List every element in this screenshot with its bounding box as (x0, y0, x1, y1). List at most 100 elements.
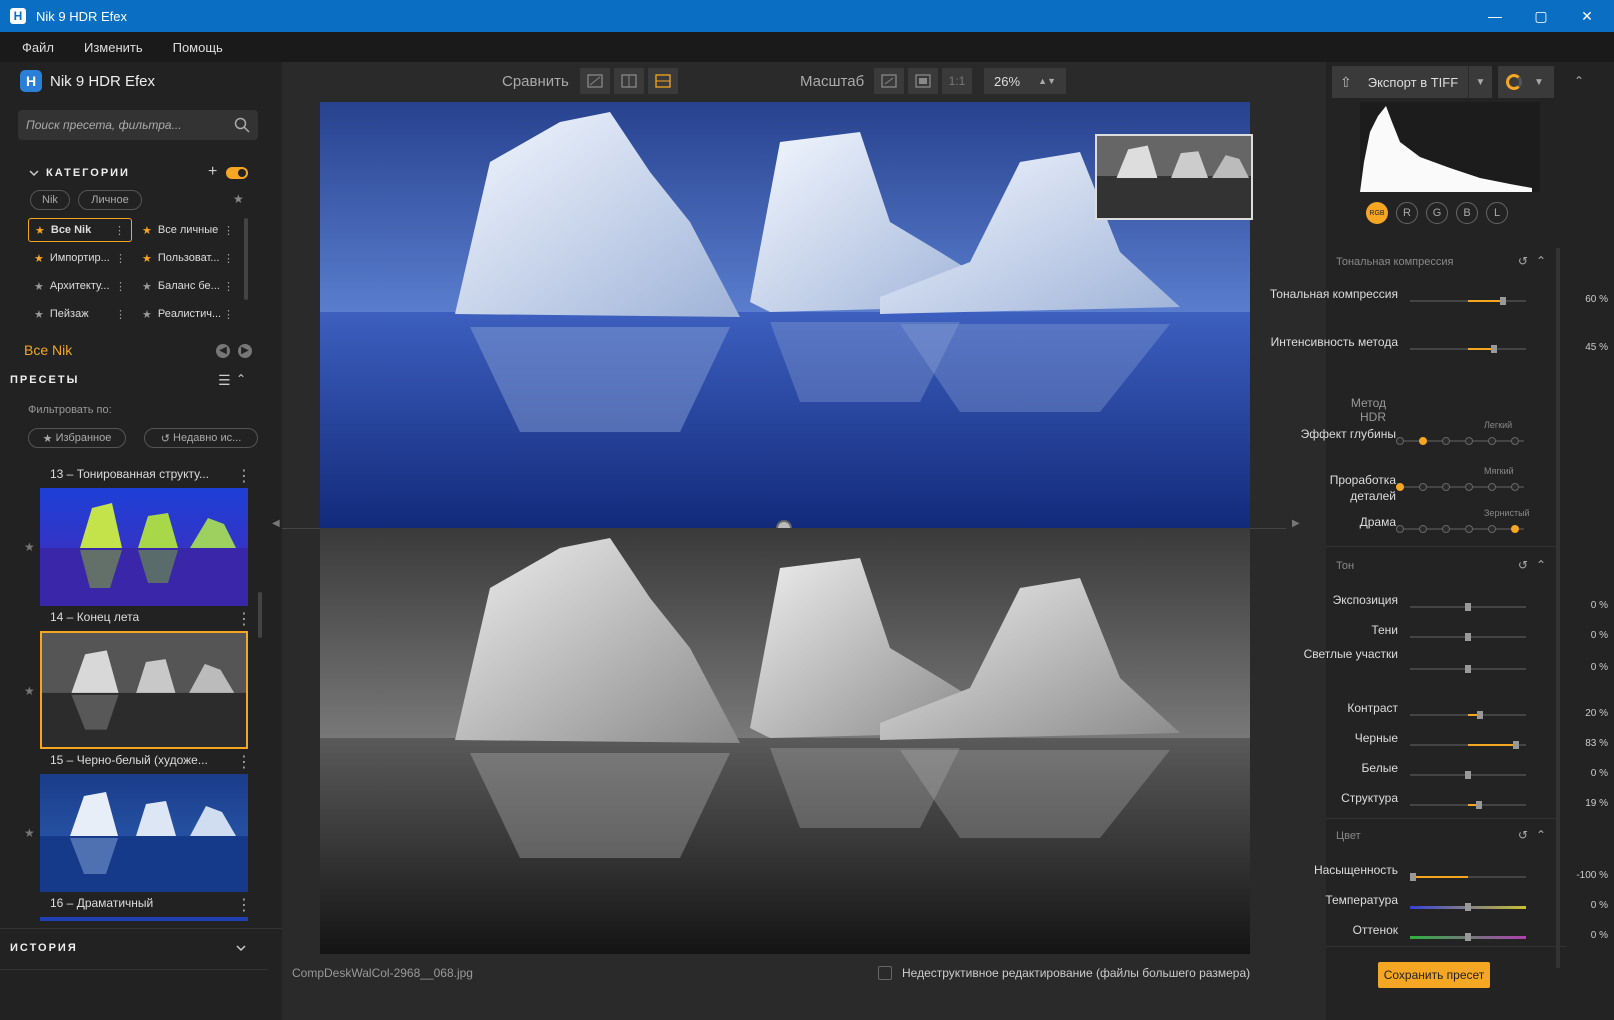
dial-stop[interactable] (1396, 525, 1404, 533)
category-realistic[interactable]: ★ Реалистич... ⋮ (136, 302, 240, 326)
categories-toggle[interactable] (226, 167, 248, 179)
collapse-top-icon[interactable]: ⌃ (1574, 74, 1584, 88)
slider-handle[interactable] (1465, 771, 1471, 779)
dial-stop[interactable] (1465, 437, 1473, 445)
preset-label[interactable]: 14 – Конец лета (50, 610, 139, 624)
dial-stop[interactable] (1511, 483, 1519, 491)
dial-stop[interactable] (1488, 483, 1496, 491)
one-to-one-button[interactable]: 1:1 (942, 68, 972, 94)
slider-track[interactable] (1410, 771, 1526, 779)
dial-stop[interactable] (1488, 525, 1496, 533)
preset-thumb-16[interactable] (40, 774, 248, 892)
category-imported[interactable]: ★ Импортир... ⋮ (28, 246, 132, 270)
collapse-icon[interactable]: ⌃ (236, 372, 246, 386)
more-icon[interactable]: ⋮ (114, 224, 125, 237)
slider-handle[interactable] (1465, 933, 1471, 941)
more-icon[interactable]: ⋮ (115, 252, 126, 265)
slider-track[interactable] (1410, 801, 1526, 809)
slider-handle[interactable] (1491, 345, 1497, 353)
collapse-right-icon[interactable]: ▶ (1292, 518, 1300, 529)
menu-help[interactable]: Помощь (158, 40, 238, 55)
channel-g[interactable]: G (1426, 202, 1448, 224)
slider-track[interactable] (1410, 873, 1526, 881)
more-icon[interactable]: ⋮ (223, 280, 234, 293)
slider-track[interactable] (1410, 903, 1526, 911)
category-all-nik[interactable]: ★ Все Nik ⋮ (28, 218, 132, 242)
compare-stack-icon[interactable] (648, 68, 678, 94)
dial-stop[interactable] (1442, 483, 1450, 491)
dial-stop[interactable] (1396, 483, 1404, 491)
category-all-personal[interactable]: ★ Все личные ⋮ (136, 218, 240, 242)
export-dropdown-icon[interactable]: ▼ (1468, 66, 1492, 98)
preview-processed[interactable] (320, 528, 1250, 954)
more-icon[interactable]: ⋮ (223, 252, 234, 265)
zoom-select[interactable]: 26% ▲▼ (984, 68, 1066, 94)
slider-handle[interactable] (1477, 711, 1483, 719)
scrollbar[interactable] (258, 592, 262, 638)
search-input[interactable]: Поиск пресета, фильтра... (18, 110, 258, 140)
category-scrollbar[interactable] (244, 218, 248, 300)
preset-thumb-14[interactable] (40, 488, 248, 606)
slider-track[interactable] (1410, 741, 1526, 749)
more-icon[interactable]: ⋮ (236, 609, 252, 629)
menu-edit[interactable]: Изменить (69, 40, 158, 55)
reset-icon[interactable]: ↺ (1518, 828, 1528, 842)
category-architecture[interactable]: ★ Архитекту... ⋮ (28, 274, 132, 298)
channel-rgb[interactable]: RGB (1366, 202, 1388, 224)
slider-track[interactable] (1410, 603, 1526, 611)
slider-handle[interactable] (1465, 903, 1471, 911)
fit-icon[interactable] (874, 68, 904, 94)
preset-thumb-15[interactable] (40, 631, 248, 749)
dial-stop[interactable] (1442, 525, 1450, 533)
prev-icon[interactable]: ◀ (216, 344, 230, 358)
reset-icon[interactable]: ↺ (1518, 254, 1528, 268)
list-view-icon[interactable]: ☰ (218, 372, 231, 389)
slider-track[interactable] (1410, 665, 1526, 673)
more-icon[interactable]: ⋮ (236, 895, 252, 915)
collapse-icon[interactable]: ⌃ (1536, 558, 1546, 572)
more-icon[interactable]: ⋮ (115, 308, 126, 321)
category-user[interactable]: ★ Пользоват... ⋮ (136, 246, 240, 270)
slider-handle[interactable] (1465, 603, 1471, 611)
reset-icon[interactable]: ↺ (1518, 558, 1528, 572)
dial-stop[interactable] (1511, 525, 1519, 533)
slider-handle[interactable] (1476, 801, 1482, 809)
preset-label[interactable]: 16 – Драматичный (50, 896, 153, 910)
dial-stop[interactable] (1465, 525, 1473, 533)
tools-button[interactable]: ▼ (1498, 66, 1554, 98)
dial-track[interactable] (1396, 483, 1524, 491)
slider-handle[interactable] (1465, 665, 1471, 673)
search-icon[interactable] (234, 117, 250, 133)
slider-track[interactable] (1410, 711, 1526, 719)
chip-nik[interactable]: Nik (30, 190, 70, 210)
slider-track[interactable] (1410, 297, 1526, 305)
dial-stop[interactable] (1419, 483, 1427, 491)
minimize-button[interactable]: — (1472, 0, 1518, 32)
close-button[interactable]: ✕ (1564, 0, 1610, 32)
more-icon[interactable]: ⋮ (115, 280, 126, 293)
next-icon[interactable]: ▶ (238, 344, 252, 358)
pin-icon[interactable]: ★ (233, 192, 244, 206)
more-icon[interactable]: ⋮ (223, 224, 234, 237)
category-landscape[interactable]: ★ Пейзаж ⋮ (28, 302, 132, 326)
slider-track[interactable] (1410, 933, 1526, 941)
slider-handle[interactable] (1410, 873, 1416, 881)
chevron-down-icon[interactable] (236, 944, 246, 952)
filter-favorites[interactable]: ★ Избранное (28, 428, 126, 448)
category-white-balance[interactable]: ★ Баланс бе... ⋮ (136, 274, 240, 298)
slider-handle[interactable] (1513, 741, 1519, 749)
save-preset-button[interactable]: Сохранить пресет (1378, 962, 1490, 988)
slider-track[interactable] (1410, 345, 1526, 353)
channel-r[interactable]: R (1396, 202, 1418, 224)
slider-handle[interactable] (1500, 297, 1506, 305)
preset-label[interactable]: 15 – Черно-белый (художе... (50, 753, 208, 767)
dial-stop[interactable] (1419, 437, 1427, 445)
dial-stop[interactable] (1511, 437, 1519, 445)
channel-l[interactable]: L (1486, 202, 1508, 224)
filter-recent[interactable]: ↺ Недавно ис... (144, 428, 258, 448)
fill-icon[interactable] (908, 68, 938, 94)
compare-split-icon[interactable] (614, 68, 644, 94)
maximize-button[interactable]: ▢ (1518, 0, 1564, 32)
collapse-icon[interactable]: ⌃ (1536, 254, 1546, 268)
dial-stop[interactable] (1488, 437, 1496, 445)
